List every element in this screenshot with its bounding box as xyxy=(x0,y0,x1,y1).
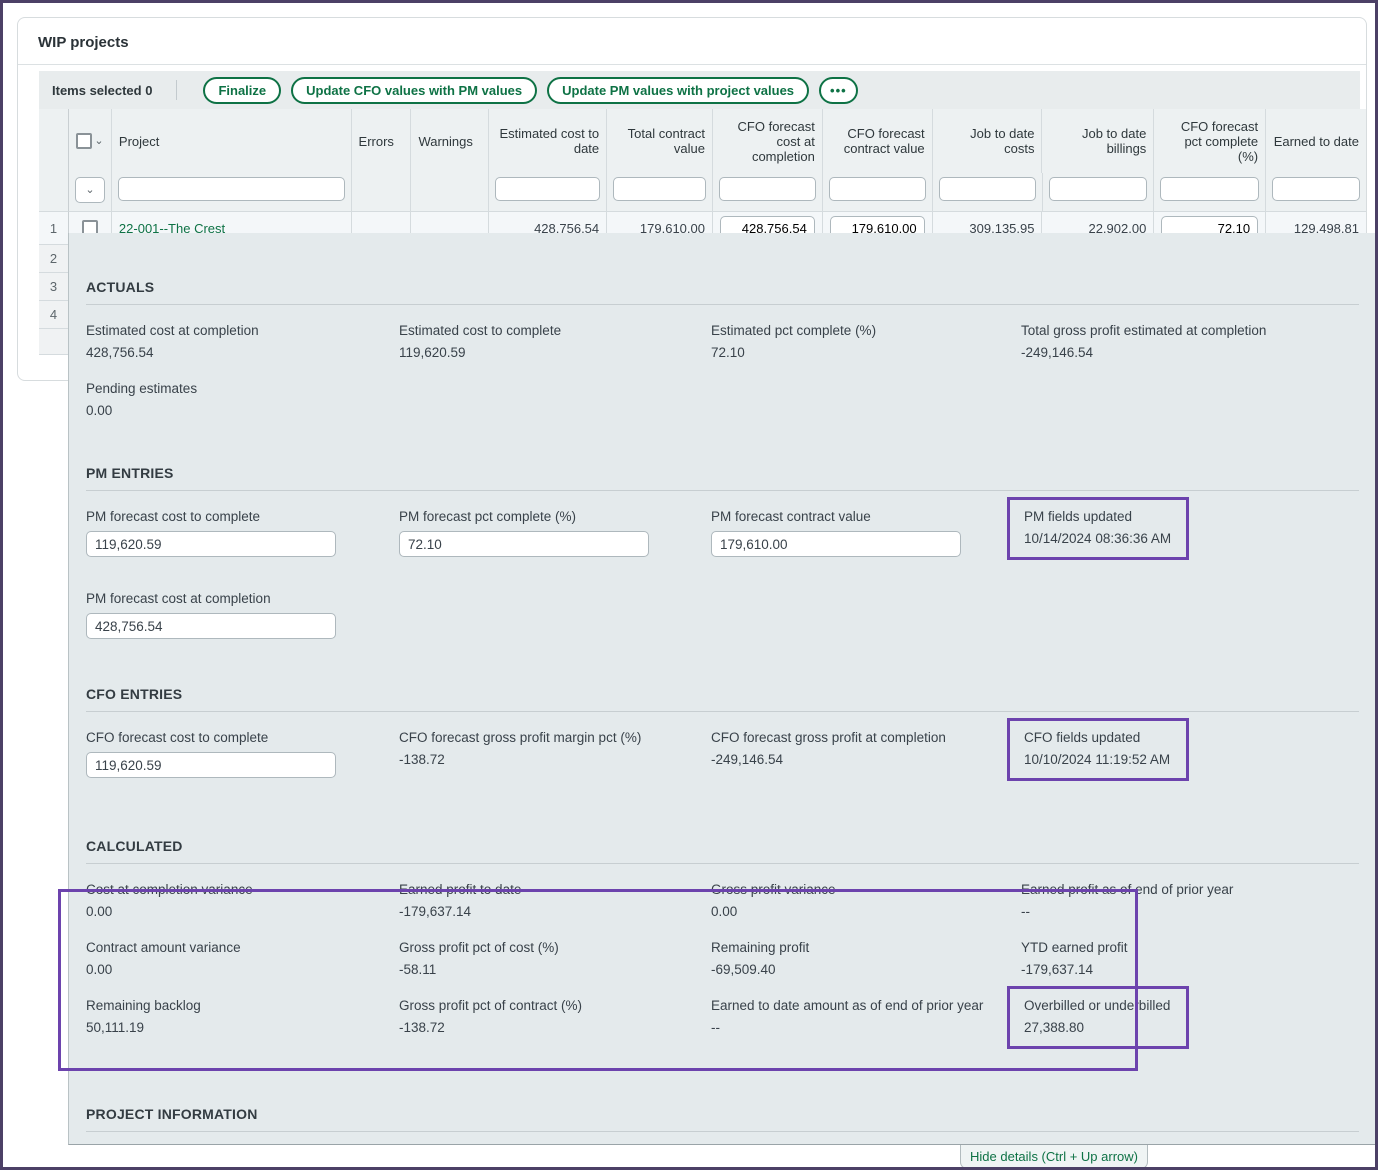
field-earned-to-date-prior-year: Earned to date amount as of end of prior… xyxy=(711,998,1021,1059)
col-header-cfo-forecast-contract-value[interactable]: CFO forecast contract value xyxy=(830,113,925,169)
section-calculated: CALCULATED Cost at completion variance 0… xyxy=(86,838,1359,1080)
filter-total-contract-input[interactable] xyxy=(613,177,706,201)
field-gross-profit-variance: Gross profit variance 0.00 xyxy=(711,882,1021,919)
col-header-job-to-date-costs[interactable]: Job to date costs xyxy=(940,113,1035,169)
field-ytd-earned-profit: YTD earned profit -179,637.14 xyxy=(1021,940,1359,977)
field-total-gross-profit-estimated: Total gross profit estimated at completi… xyxy=(1021,323,1359,360)
field-estimated-cost-to-complete: Estimated cost to complete 119,620.59 xyxy=(399,323,711,360)
section-title: ACTUALS xyxy=(86,279,1359,305)
col-header-earned-to-date[interactable]: Earned to date xyxy=(1273,113,1359,169)
section-title: PROJECT INFORMATION xyxy=(86,1106,1359,1132)
filter-earned-input[interactable] xyxy=(1272,177,1360,201)
toolbar: Items selected 0 Finalize Update CFO val… xyxy=(39,71,1360,109)
field-estimated-cost-at-completion: Estimated cost at completion 428,756.54 xyxy=(86,323,399,360)
filter-cfo-pct-input[interactable] xyxy=(1160,177,1259,201)
row-number: 2 xyxy=(39,245,69,273)
field-contract-amount-variance: Contract amount variance 0.00 xyxy=(86,940,399,977)
field-cfo-gross-profit-margin-pct: CFO forecast gross profit margin pct (%)… xyxy=(399,730,711,791)
select-all-checkbox[interactable] xyxy=(76,133,92,149)
col-header-total-contract-value[interactable]: Total contract value xyxy=(614,113,705,169)
annotation-box-pm-fields-updated: PM fields updated 10/14/2024 08:36:36 AM xyxy=(1007,497,1189,560)
header-select-all[interactable]: ⌄ xyxy=(69,109,112,173)
field-pm-forecast-contract-value: PM forecast contract value xyxy=(711,509,1021,570)
annotation-box-overbilled-underbilled: Overbilled or underbilled 27,388.80 xyxy=(1007,986,1189,1049)
field-pending-estimates: Pending estimates 0.00 xyxy=(86,381,399,418)
filter-estimated-cost-input[interactable] xyxy=(495,177,600,201)
items-selected-label: Items selected 0 xyxy=(52,83,152,98)
field-pm-fields-updated: PM fields updated 10/14/2024 08:36:36 AM xyxy=(1021,509,1359,570)
field-gross-profit-pct-of-contract: Gross profit pct of contract (%) -138.72 xyxy=(399,998,711,1059)
filter-project-input[interactable] xyxy=(118,177,345,201)
screenshot-root: WIP projects Items selected 0 Finalize U… xyxy=(0,0,1378,1170)
bulk-select-dropdown[interactable]: ⌄ xyxy=(75,177,105,203)
annotation-box-cfo-fields-updated: CFO fields updated 10/10/2024 11:19:52 A… xyxy=(1007,718,1189,781)
field-earned-profit-prior-year: Earned profit as of end of prior year -- xyxy=(1021,882,1359,919)
col-header-cfo-forecast-cost-at-completion[interactable]: CFO forecast cost at completion xyxy=(720,113,815,169)
col-header-errors[interactable]: Errors xyxy=(359,113,404,169)
col-header-project[interactable]: Project xyxy=(119,113,344,169)
header-rownum-cell xyxy=(39,109,69,173)
field-remaining-profit: Remaining profit -69,509.40 xyxy=(711,940,1021,977)
details-panel: ACTUALS Estimated cost at completion 428… xyxy=(68,233,1378,1145)
field-estimated-pct-complete: Estimated pct complete (%) 72.10 xyxy=(711,323,1021,360)
field-cfo-gross-profit-at-completion: CFO forecast gross profit at completion … xyxy=(711,730,1021,791)
table-filter-row: ⌄ xyxy=(39,173,1366,211)
update-pm-with-project-button[interactable]: Update PM values with project values xyxy=(547,77,809,104)
toolbar-divider xyxy=(176,80,177,100)
more-actions-button[interactable]: ••• xyxy=(819,77,858,104)
finalize-button[interactable]: Finalize xyxy=(203,77,281,104)
row-number: 1 xyxy=(39,211,69,245)
field-pm-forecast-cost-to-complete: PM forecast cost to complete xyxy=(86,509,399,570)
table-header-row: ⌄ Project Errors Warnings Estimated cost… xyxy=(39,109,1366,173)
chevron-down-icon[interactable]: ⌄ xyxy=(94,136,103,147)
section-pm-entries: PM ENTRIES PM forecast cost to complete … xyxy=(86,465,1359,660)
field-earned-profit-to-date: Earned profit to date -179,637.14 xyxy=(399,882,711,919)
row-number: 4 xyxy=(39,301,69,329)
pm-forecast-cost-at-completion-input[interactable] xyxy=(86,613,336,639)
section-title: CFO ENTRIES xyxy=(86,686,1359,712)
filter-jtd-costs-input[interactable] xyxy=(939,177,1036,201)
chevron-down-icon: ⌄ xyxy=(85,185,94,196)
cfo-forecast-cost-to-complete-input[interactable] xyxy=(86,752,336,778)
field-cfo-fields-updated: CFO fields updated 10/10/2024 11:19:52 A… xyxy=(1021,730,1359,791)
filter-jtd-billings-input[interactable] xyxy=(1049,177,1148,201)
row-number: 3 xyxy=(39,273,69,301)
field-cfo-forecast-cost-to-complete: CFO forecast cost to complete xyxy=(86,730,399,791)
filter-cfo-cost-input[interactable] xyxy=(719,177,816,201)
section-title: PM ENTRIES xyxy=(86,465,1359,491)
hide-details-tab[interactable]: Hide details (Ctrl + Up arrow) xyxy=(960,1145,1148,1169)
col-header-warnings[interactable]: Warnings xyxy=(418,113,481,169)
pm-forecast-contract-value-input[interactable] xyxy=(711,531,961,557)
col-header-job-to-date-billings[interactable]: Job to date billings xyxy=(1049,113,1146,169)
page-title: WIP projects xyxy=(18,18,1366,65)
field-overbilled-or-underbilled: Overbilled or underbilled 27,388.80 xyxy=(1021,998,1359,1059)
field-remaining-backlog: Remaining backlog 50,111.19 xyxy=(86,998,399,1059)
pm-forecast-pct-complete-input[interactable] xyxy=(399,531,649,557)
field-cost-at-completion-variance: Cost at completion variance 0.00 xyxy=(86,882,399,919)
section-title: CALCULATED xyxy=(86,838,1359,864)
section-actuals: ACTUALS Estimated cost at completion 428… xyxy=(86,279,1359,439)
col-header-estimated-cost-to-date[interactable]: Estimated cost to date xyxy=(496,113,599,169)
pm-forecast-cost-to-complete-input[interactable] xyxy=(86,531,336,557)
section-project-information: PROJECT INFORMATION Customer C00002--Tra… xyxy=(86,1106,1359,1145)
filter-cfo-contract-input[interactable] xyxy=(829,177,926,201)
field-pm-forecast-cost-at-completion: PM forecast cost at completion xyxy=(86,591,399,639)
section-cfo-entries: CFO ENTRIES CFO forecast cost to complet… xyxy=(86,686,1359,812)
field-pm-forecast-pct-complete: PM forecast pct complete (%) xyxy=(399,509,711,570)
field-gross-profit-pct-of-cost: Gross profit pct of cost (%) -58.11 xyxy=(399,940,711,977)
col-header-cfo-forecast-pct-complete[interactable]: CFO forecast pct complete (%) xyxy=(1161,113,1258,169)
update-cfo-with-pm-button[interactable]: Update CFO values with PM values xyxy=(291,77,537,104)
